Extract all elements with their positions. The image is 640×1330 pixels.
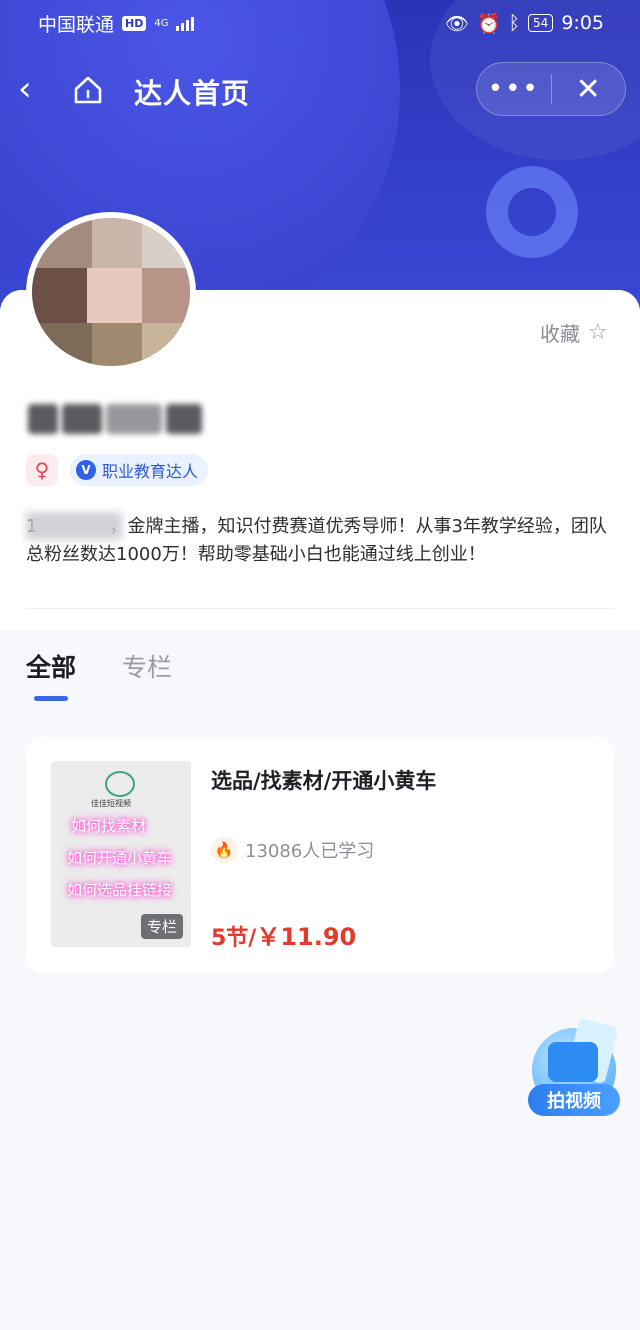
thumbnail-line: 如何开通小黄车 (67, 849, 173, 867)
status-bar: 中国联通 HD 4G 👁 ⏰ ᛒ 54 9:05 (0, 0, 640, 46)
hd-icon: HD (122, 15, 147, 31)
user-name-redacted (28, 398, 204, 438)
brand-logo-icon (105, 771, 135, 797)
decor-ring (486, 166, 578, 258)
tab-column[interactable]: 专栏 (122, 648, 172, 684)
carrier-name: 中国联通 (38, 13, 115, 36)
content-tabs: 全部 专栏 (26, 648, 172, 684)
learner-count: 🔥 13086人已学习 (211, 837, 374, 863)
thumbnail-line: 如何选品挂链接 (67, 881, 173, 899)
product-title[interactable]: 选品/找素材/开通小黄车 (211, 765, 436, 795)
divider (26, 608, 614, 609)
bio-redaction (26, 512, 122, 540)
column-badge: 专栏 (140, 914, 183, 939)
mini-program-capsule: ••• ✕ (476, 62, 626, 116)
price-value: ￥11.90 (256, 923, 357, 951)
avatar[interactable] (26, 212, 196, 372)
nav-bar: ‹ 达人首页 ••• ✕ (0, 58, 640, 122)
verified-badge: V 职业教育达人 (70, 454, 209, 486)
shoot-video-label: 拍视频 (528, 1084, 620, 1116)
verified-label: 职业教育达人 (102, 462, 199, 481)
favorite-button[interactable]: 收藏 ☆ (540, 318, 608, 347)
brand-logo-text: 佳佳短视频 (91, 799, 131, 808)
home-icon[interactable] (72, 74, 104, 106)
verified-icon: V (76, 460, 96, 480)
alarm-icon: ⏰ (476, 12, 501, 35)
more-button[interactable]: ••• (477, 63, 551, 115)
tab-indicator (34, 696, 68, 701)
learner-count-text: 13086人已学习 (245, 841, 375, 862)
star-icon: ☆ (588, 320, 608, 345)
thumbnail-line: 如何找素材 (71, 817, 147, 835)
bluetooth-icon: ᛒ (508, 12, 521, 34)
clock: 9:05 (561, 12, 604, 34)
lesson-count: 5节/ (211, 926, 257, 951)
camera-icon (548, 1042, 598, 1082)
network-type: 4G (154, 17, 169, 29)
female-icon: ♀ (26, 454, 58, 486)
shoot-video-button[interactable]: 拍视频 (526, 1018, 622, 1118)
product-thumbnail[interactable]: 佳佳短视频 如何找素材 如何开通小黄车 如何选品挂链接 专栏 (51, 761, 191, 947)
profile-tags: ♀ V 职业教育达人 (26, 454, 209, 486)
battery-icon: 54 (528, 14, 554, 32)
back-icon[interactable]: ‹ (18, 72, 48, 108)
close-button[interactable]: ✕ (552, 63, 626, 115)
product-card[interactable]: 佳佳短视频 如何找素材 如何开通小黄车 如何选品挂链接 专栏 选品/找素材/开通… (26, 737, 614, 973)
signal-icon (176, 15, 195, 31)
page-title: 达人首页 (134, 77, 251, 110)
product-price: 5节/￥11.90 (211, 917, 356, 952)
eye-icon: 👁 (444, 12, 469, 35)
tab-all[interactable]: 全部 (26, 648, 76, 684)
fire-icon: 🔥 (211, 837, 237, 863)
favorite-label: 收藏 (540, 322, 580, 346)
